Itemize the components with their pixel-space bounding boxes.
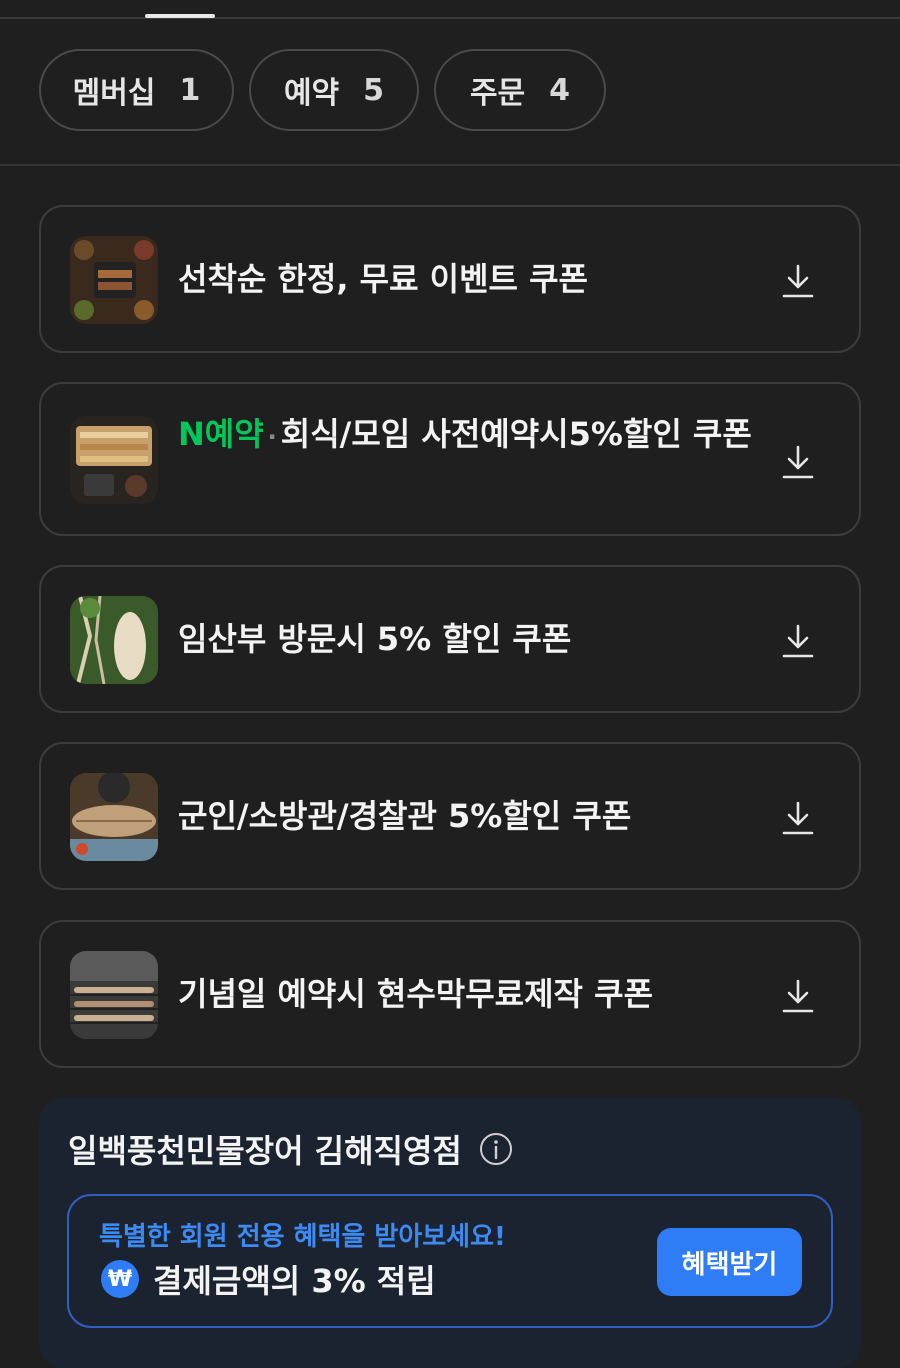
active-tab-indicator: [145, 14, 215, 18]
benefit-main-text: 결제금액의 3% 적립: [153, 1262, 436, 1300]
coupon-title: 기념일 예약시 현수막무료제작 쿠폰: [178, 975, 654, 1013]
coupon-title: 회식/모임 사전예약시5%할인 쿠폰: [280, 415, 752, 453]
get-benefit-button[interactable]: 혜택받기: [657, 1228, 802, 1296]
coupon-thumbnail: [70, 773, 158, 861]
coupon-thumbnail: [70, 596, 158, 684]
pill-count: 5: [363, 72, 385, 108]
top-divider: [0, 17, 900, 19]
coupon-title: 군인/소방관/경찰관 5%할인 쿠폰: [178, 797, 632, 835]
benefit-subtitle: 특별한 회원 전용 혜택을 받아보세요!: [99, 1222, 506, 1252]
download-icon[interactable]: [781, 623, 815, 659]
store-benefit-panel: 일백풍천민물장어 김해직영점 특별한 회원 전용 혜택을 받아보세요! ₩ 결제…: [39, 1098, 861, 1368]
naver-reservation-label: 예약: [204, 415, 264, 453]
separator-dot: ·: [267, 423, 277, 451]
section-divider: [0, 164, 900, 166]
membership-benefit-box[interactable]: 특별한 회원 전용 혜택을 받아보세요! ₩ 결제금액의 3% 적립 혜택받기: [67, 1194, 833, 1328]
download-icon[interactable]: [781, 263, 815, 299]
won-icon: ₩: [101, 1260, 139, 1298]
pill-count: 1: [179, 72, 201, 108]
coupon-title: 임산부 방문시 5% 할인 쿠폰: [178, 620, 572, 658]
coupon-title: 선착순 한정, 무료 이벤트 쿠폰: [178, 260, 588, 298]
pill-order[interactable]: 주문 4: [434, 49, 606, 131]
category-pills: 멤버십 1 예약 5 주문 4: [39, 49, 606, 131]
coupon-card[interactable]: 선착순 한정, 무료 이벤트 쿠폰: [39, 205, 861, 353]
download-icon[interactable]: [781, 800, 815, 836]
download-icon[interactable]: [781, 978, 815, 1014]
pill-label: 예약: [283, 76, 340, 111]
coupon-card[interactable]: 기념일 예약시 현수막무료제작 쿠폰: [39, 920, 861, 1068]
coupon-title-line: N예약 · 회식/모임 사전예약시5%할인 쿠폰: [178, 410, 758, 461]
coupon-card[interactable]: 임산부 방문시 5% 할인 쿠폰: [39, 565, 861, 713]
store-name: 일백풍천민물장어 김해직영점: [68, 1132, 462, 1170]
coupon-thumbnail: [70, 416, 158, 504]
pill-membership[interactable]: 멤버십 1: [39, 49, 234, 131]
pill-label: 주문: [469, 76, 526, 111]
pill-reservation[interactable]: 예약 5: [249, 49, 419, 131]
pill-label: 멤버십: [72, 76, 156, 111]
coupon-thumbnail: [70, 236, 158, 324]
info-icon[interactable]: [479, 1132, 513, 1166]
coupon-card[interactable]: N예약 · 회식/모임 사전예약시5%할인 쿠폰: [39, 382, 861, 536]
naver-n-logo: N: [178, 415, 205, 453]
download-icon[interactable]: [781, 444, 815, 480]
coupon-card[interactable]: 군인/소방관/경찰관 5%할인 쿠폰: [39, 742, 861, 890]
pill-count: 4: [549, 72, 571, 108]
coupon-thumbnail: [70, 951, 158, 1039]
